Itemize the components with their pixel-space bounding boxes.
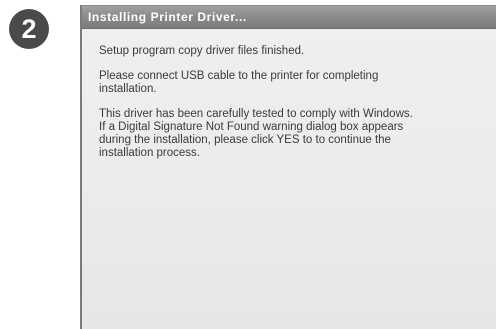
step-number-badge: 2 [9, 9, 49, 49]
message-line: installation. [99, 83, 157, 95]
message-line: Please connect USB cable to the printer … [99, 70, 379, 82]
dialog-content: Setup program copy driver files finished… [82, 30, 496, 329]
copy-finished-message: Setup program copy driver files finished… [99, 45, 484, 58]
message-line: Setup program copy driver files finished… [99, 45, 305, 57]
title-bar[interactable]: Installing Printer Driver... [82, 6, 496, 29]
message-line: installation process. [99, 147, 200, 159]
message-line: during the installation, please click YE… [99, 134, 391, 146]
window-title: Installing Printer Driver... [88, 10, 247, 24]
message-line: This driver has been carefully tested to… [99, 108, 413, 120]
connect-usb-message: Please connect USB cable to the printer … [99, 70, 484, 96]
message-line: If a Digital Signature Not Found warning… [99, 121, 404, 133]
installer-dialog-window: Installing Printer Driver... Setup progr… [80, 5, 496, 329]
digital-signature-message: This driver has been carefully tested to… [99, 108, 484, 160]
